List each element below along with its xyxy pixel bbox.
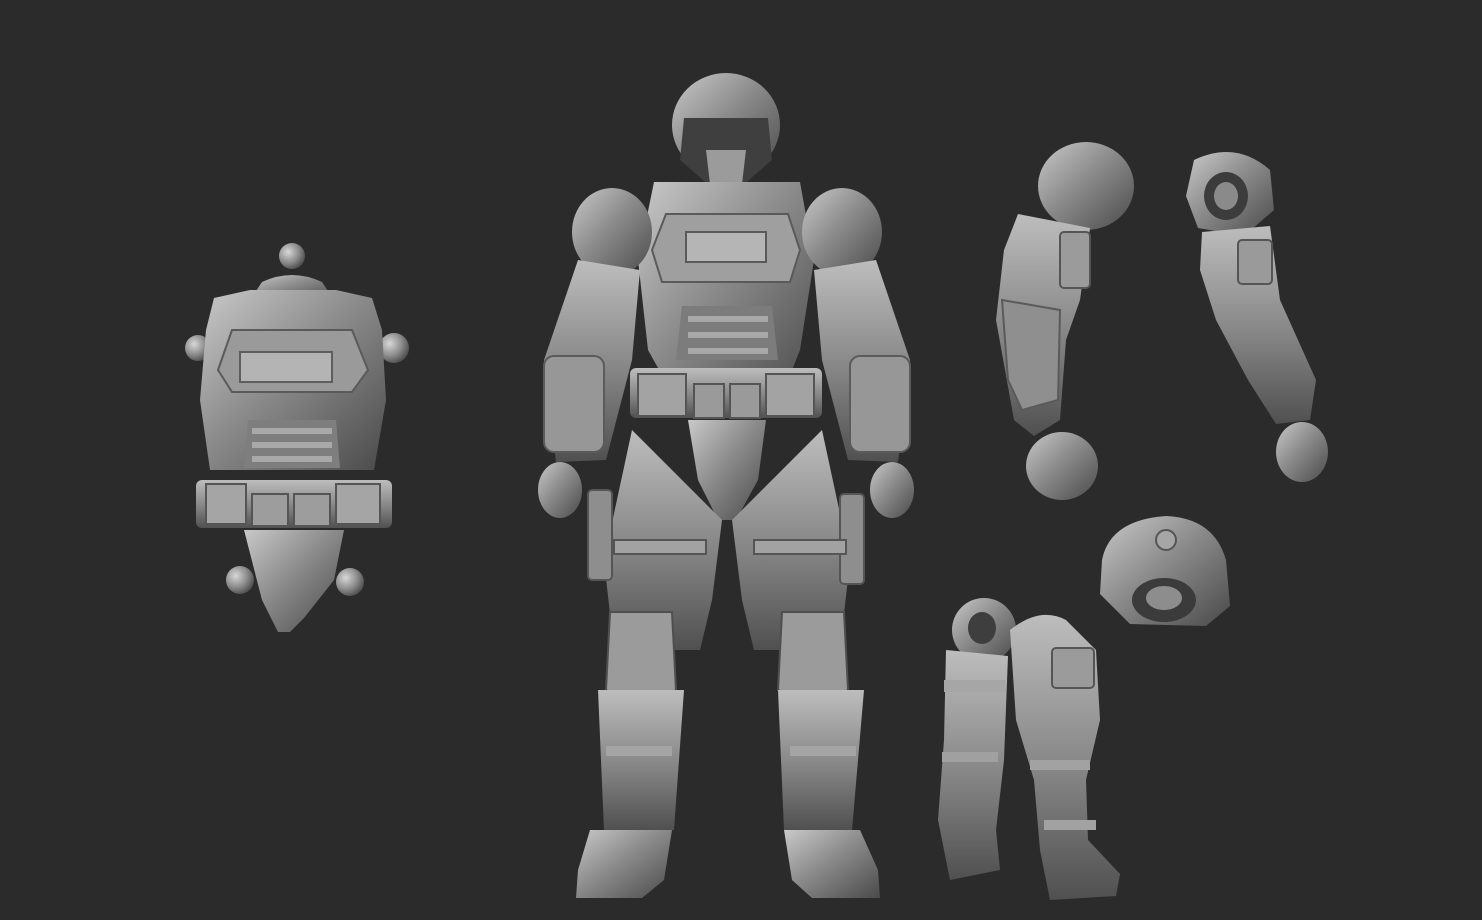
- left-arm-icon: [1186, 152, 1328, 482]
- sculpt-canvas: [185, 73, 1328, 900]
- armored-soldier-figure-icon: [538, 73, 914, 898]
- shoulder-joint-icon: [1100, 516, 1230, 626]
- legs-icon: [938, 598, 1120, 900]
- right-arm-icon: [996, 142, 1134, 500]
- sculpt-viewport[interactable]: [0, 0, 1482, 920]
- chest-armor-icon: [185, 243, 409, 632]
